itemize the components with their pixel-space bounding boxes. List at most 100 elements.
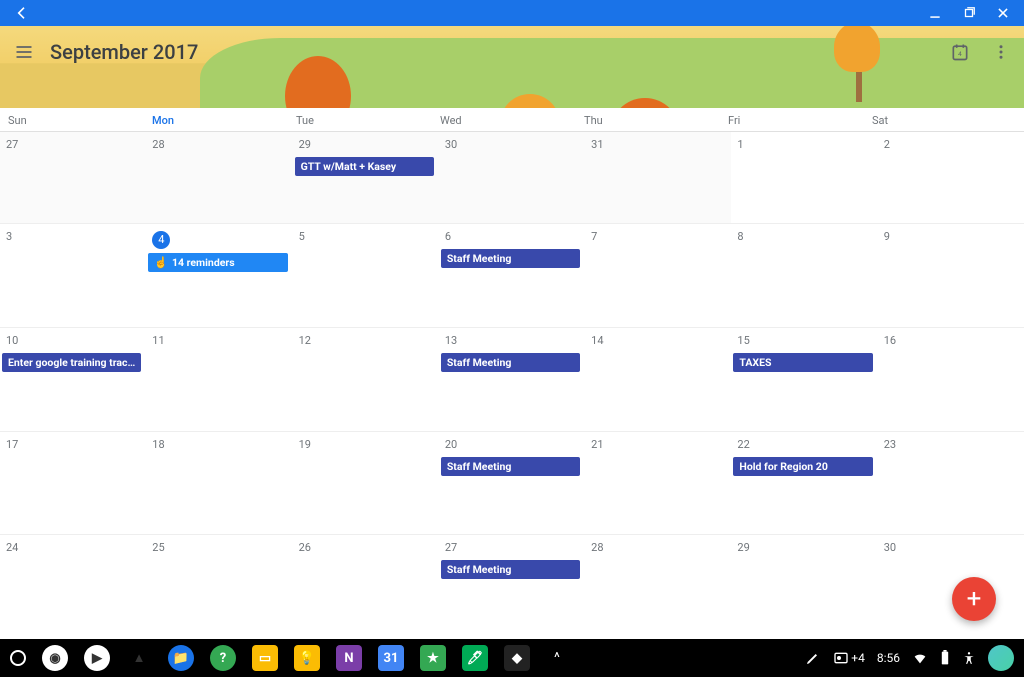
hamburger-icon[interactable]	[12, 40, 36, 64]
wifi-icon[interactable]	[912, 650, 928, 666]
avatar[interactable]	[988, 645, 1014, 671]
day-cell[interactable]: 9	[878, 224, 1024, 327]
restore-icon[interactable]	[956, 4, 982, 22]
event-chip[interactable]: Enter google training tracking info	[2, 353, 141, 372]
day-cell[interactable]: 7	[585, 224, 731, 327]
day-cell[interactable]: 5	[293, 224, 439, 327]
day-cell[interactable]: 3	[0, 224, 146, 327]
day-cell[interactable]: 30	[878, 535, 1024, 639]
notifications-icon[interactable]: +4	[833, 650, 865, 666]
battery-icon[interactable]	[940, 650, 950, 666]
day-cell[interactable]: 16	[878, 328, 1024, 431]
taskbar-app-classroom[interactable]: ▭	[252, 645, 278, 671]
taskbar-app-app[interactable]: ◆	[504, 645, 530, 671]
day-cell[interactable]: 15TAXES	[731, 328, 877, 431]
taskbar-app-onenote[interactable]: N	[336, 645, 362, 671]
header-illustration	[0, 26, 1024, 108]
day-cell[interactable]: 26	[293, 535, 439, 639]
day-cell[interactable]: 1	[731, 132, 877, 223]
event-title: Staff Meeting	[447, 356, 512, 369]
taskbar-app-keep[interactable]: 💡	[294, 645, 320, 671]
day-cell[interactable]: 18	[146, 432, 292, 535]
event-chip[interactable]: Staff Meeting	[441, 560, 580, 579]
day-cell[interactable]: 11	[146, 328, 292, 431]
dow-label: Wed	[440, 114, 584, 127]
day-cell[interactable]: 24	[0, 535, 146, 639]
day-cell[interactable]: 6Staff Meeting	[439, 224, 585, 327]
event-chip[interactable]: Staff Meeting	[441, 457, 580, 476]
taskbar-app-help[interactable]: ?	[210, 645, 236, 671]
stylus-icon[interactable]	[805, 650, 821, 666]
day-number: 19	[295, 436, 437, 457]
day-number: 1	[733, 136, 875, 157]
day-cell[interactable]: 4 ☝14 reminders	[146, 224, 292, 327]
event-title: Staff Meeting	[447, 563, 512, 576]
taskbar-app-play[interactable]: ▶	[84, 645, 110, 671]
event-chip[interactable]: Staff Meeting	[441, 353, 580, 372]
day-number: 30	[880, 539, 1022, 560]
accessibility-icon[interactable]	[962, 650, 976, 666]
day-number: 21	[587, 436, 729, 457]
day-number: 10	[2, 332, 144, 353]
day-number: 3	[2, 228, 144, 249]
day-number: 5	[295, 228, 437, 249]
day-number: 28	[148, 136, 290, 157]
dow-label: Sun	[8, 114, 152, 127]
day-cell[interactable]: 17	[0, 432, 146, 535]
event-chip[interactable]: Staff Meeting	[441, 249, 580, 268]
day-cell[interactable]: 29GTT w/Matt + Kasey	[293, 132, 439, 223]
launcher-icon[interactable]	[10, 650, 26, 666]
today-icon[interactable]: 4	[944, 36, 976, 72]
day-cell[interactable]: 30	[439, 132, 585, 223]
day-cell[interactable]: 21	[585, 432, 731, 535]
day-cell[interactable]: 2	[878, 132, 1024, 223]
day-cell[interactable]: 14	[585, 328, 731, 431]
window-titlebar	[0, 0, 1024, 26]
taskbar-app-files[interactable]: 📁	[168, 645, 194, 671]
plus-icon: +	[967, 584, 982, 614]
back-icon[interactable]	[8, 3, 36, 23]
day-number: 24	[2, 539, 144, 560]
taskbar-app-chrome[interactable]: ◉	[42, 645, 68, 671]
taskbar-app-pen[interactable]: 🖊	[462, 645, 488, 671]
event-title: Staff Meeting	[447, 460, 512, 473]
day-number: 20	[441, 436, 583, 457]
minimize-icon[interactable]	[922, 4, 948, 22]
day-number: 4	[152, 231, 170, 249]
event-chip[interactable]: TAXES	[733, 353, 872, 372]
day-cell[interactable]: 25	[146, 535, 292, 639]
day-number: 2	[880, 136, 1022, 157]
day-cell[interactable]: 10Enter google training tracking info	[0, 328, 146, 431]
taskbar-app-drive[interactable]: ▲	[126, 645, 152, 671]
taskbar-app-evernote[interactable]: ★	[420, 645, 446, 671]
day-cell[interactable]: 31	[585, 132, 731, 223]
day-number: 30	[441, 136, 583, 157]
reminder-chip[interactable]: ☝14 reminders	[148, 253, 287, 272]
calendar-grid: 272829GTT w/Matt + Kasey30311234☝14 remi…	[0, 132, 1024, 639]
day-cell[interactable]: 27Staff Meeting	[439, 535, 585, 639]
day-cell[interactable]: 28	[146, 132, 292, 223]
more-vert-icon[interactable]	[986, 37, 1016, 71]
day-cell[interactable]: 12	[293, 328, 439, 431]
day-cell[interactable]: 22Hold for Region 20	[731, 432, 877, 535]
day-cell[interactable]: 29	[731, 535, 877, 639]
clock[interactable]: 8:56	[877, 651, 900, 665]
day-number: 23	[880, 436, 1022, 457]
event-chip[interactable]: Hold for Region 20	[733, 457, 872, 476]
day-cell[interactable]: 27	[0, 132, 146, 223]
day-of-week-row: SunMonTueWedThuFriSat	[0, 108, 1024, 132]
day-cell[interactable]: 8	[731, 224, 877, 327]
taskbar-app-calendar[interactable]: 31	[378, 645, 404, 671]
event-title: Hold for Region 20	[739, 460, 827, 473]
day-cell[interactable]: 23	[878, 432, 1024, 535]
taskbar-overflow-icon[interactable]: ^	[554, 650, 560, 666]
event-title: TAXES	[739, 356, 771, 369]
day-cell[interactable]: 13Staff Meeting	[439, 328, 585, 431]
day-number: 27	[2, 136, 144, 157]
day-cell[interactable]: 19	[293, 432, 439, 535]
day-cell[interactable]: 28	[585, 535, 731, 639]
create-event-fab[interactable]: +	[952, 577, 996, 621]
day-cell[interactable]: 20 Staff Meeting	[439, 432, 585, 535]
event-chip[interactable]: GTT w/Matt + Kasey	[295, 157, 434, 176]
close-icon[interactable]	[990, 4, 1016, 22]
